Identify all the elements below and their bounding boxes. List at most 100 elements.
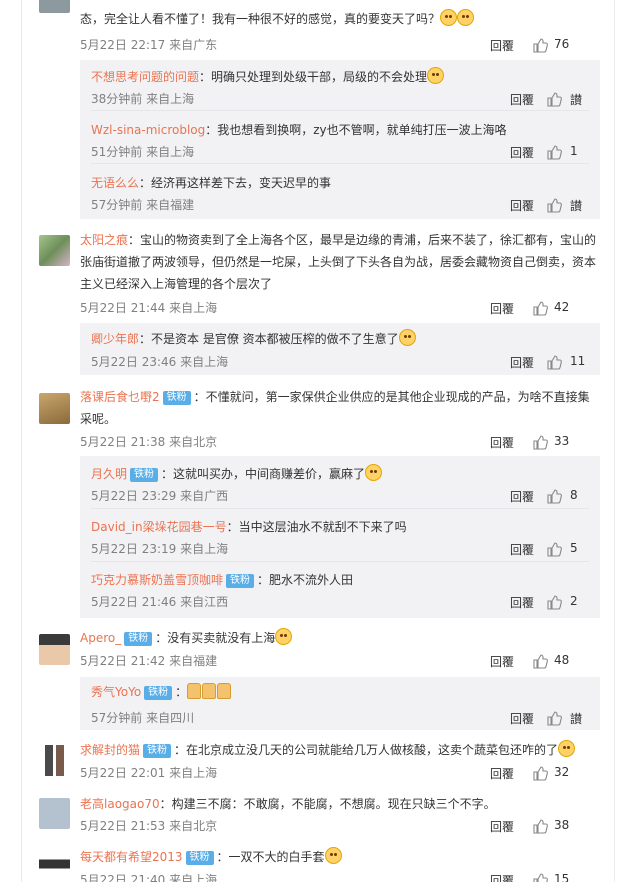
like-count: 76	[554, 37, 570, 51]
emoji-icon	[558, 740, 576, 757]
reply-button[interactable]: 回覆	[490, 765, 514, 782]
comment-meta: 5月22日 21:42 来自福建	[80, 654, 218, 668]
reply-list: 秀气YoYo 铁粉： 57分钟前 来自四川 回覆 讃	[80, 677, 600, 730]
comment-meta: 5月22日 21:38 来自北京	[80, 435, 218, 449]
emoji-icon	[427, 67, 445, 84]
divider	[91, 508, 589, 509]
reply-button[interactable]: 回覆	[510, 594, 534, 611]
like-icon[interactable]	[546, 144, 562, 160]
like-count: 讃	[570, 712, 583, 726]
reply-button[interactable]: 回覆	[510, 541, 534, 558]
comment-author[interactable]: 每天都有希望2013	[80, 850, 183, 864]
comment-item: 态，完全让人看不懂了！我有一种很不好的感觉，真的要变天了吗？ 5月22日 22:…	[30, 0, 600, 58]
comment-text: 态，完全让人看不懂了！我有一种很不好的感觉，真的要变天了吗？	[80, 12, 441, 26]
fan-badge: 铁粉	[143, 744, 172, 758]
reply-button[interactable]: 回覆	[490, 872, 514, 882]
reply-button[interactable]: 回覆	[510, 197, 534, 214]
reply-button[interactable]: 回覆	[510, 144, 534, 161]
reply-button[interactable]: 回覆	[510, 354, 534, 371]
like-icon[interactable]	[546, 354, 562, 370]
comment-actions: 回覆 15	[490, 872, 600, 882]
like-count: 讃	[570, 93, 583, 107]
reply-button[interactable]: 回覆	[490, 434, 514, 451]
like-icon[interactable]	[546, 488, 562, 504]
fan-badge: 铁粉	[226, 574, 255, 588]
avatar[interactable]	[39, 798, 70, 829]
reply-button[interactable]: 回覆	[490, 37, 514, 54]
like-icon[interactable]	[546, 541, 562, 557]
reply-button[interactable]: 回覆	[490, 653, 514, 670]
emoji-icon	[440, 9, 458, 26]
reply-button[interactable]: 回覆	[490, 818, 514, 835]
fan-badge: 铁粉	[185, 851, 214, 865]
reply-meta: 51分钟前 来自上海	[91, 145, 195, 159]
reply-button[interactable]: 回覆	[510, 710, 534, 727]
avatar[interactable]	[39, 745, 70, 776]
like-icon[interactable]	[546, 197, 562, 213]
comment-item: 每天都有希望2013 铁粉 ：一双不大的白手套 5月22日 21:40 来自上海 回…	[30, 845, 600, 882]
reply-button[interactable]: 回覆	[490, 300, 514, 317]
comment-author[interactable]: 求解封的猫	[80, 743, 140, 757]
reply-author[interactable]: David_in梁垛花园巷一号	[91, 520, 227, 534]
reply-text: ：这就叫买办，中间商赚差价，赢麻了	[161, 467, 366, 481]
like-icon[interactable]	[532, 653, 548, 669]
reply-list: 不想思考问题的问题：明确只处理到处级干部，局级的不会处理 38分钟前 来自上海 …	[80, 60, 600, 219]
reply-author[interactable]: 无语么么	[91, 176, 139, 190]
emoji-icon	[324, 847, 342, 864]
comment-actions: 回覆 38	[490, 818, 600, 834]
comment-actions: 回覆 33	[490, 434, 600, 450]
avatar[interactable]	[39, 634, 70, 665]
comment-item: 老高laogao70：构建三不腐：不敢腐，不能腐，不想腐。现在只缺三个不字。 5…	[30, 792, 600, 838]
like-count: 48	[554, 653, 570, 667]
like-count: 2	[570, 594, 578, 608]
reply-text: ：我也想看到换啊，zy也不管啊，就单纯打压一波上海咯	[205, 123, 507, 137]
like-icon[interactable]	[532, 872, 548, 882]
comment-author[interactable]: Apero_	[80, 631, 121, 645]
comment-text: ：宝山的物资卖到了全上海各个区，最早是边缘的青浦，后来不装了，徐汇都有，宝山的张…	[80, 233, 597, 291]
comment-item: 求解封的猫 铁粉 ：在北京成立没几天的公司就能给几万人做核酸，这卖个蔬菜包还咋的了 …	[30, 738, 600, 784]
reply-author[interactable]: 巧克力慕斯奶盖雪顶咖啡	[91, 573, 223, 587]
reply-meta: 38分钟前 来自上海	[91, 92, 195, 106]
avatar[interactable]	[39, 0, 70, 13]
comment-meta: 5月22日 22:17 来自广东	[80, 38, 218, 52]
like-count: 38	[554, 818, 570, 832]
like-icon[interactable]	[532, 765, 548, 781]
like-icon[interactable]	[532, 434, 548, 450]
reply-author[interactable]: 秀气YoYo	[91, 685, 141, 699]
like-icon[interactable]	[546, 91, 562, 107]
avatar[interactable]	[39, 393, 70, 424]
reply-button[interactable]: 回覆	[510, 91, 534, 108]
comment-author[interactable]: 太阳之痕	[80, 233, 128, 247]
comment-actions: 回覆 32	[490, 765, 600, 781]
like-icon[interactable]	[532, 37, 548, 53]
reply-author[interactable]: 卿少年郎	[91, 332, 139, 346]
reply-author[interactable]: Wzl-sina-microblog	[91, 123, 205, 137]
like-count: 5	[570, 541, 578, 555]
like-icon[interactable]	[546, 594, 562, 610]
like-icon[interactable]	[532, 818, 548, 834]
like-icon[interactable]	[546, 710, 562, 726]
like-count: 8	[570, 488, 578, 502]
thumbs-up-icon	[202, 683, 217, 699]
comment-author[interactable]: 老高laogao70	[80, 797, 160, 811]
fan-badge: 铁粉	[144, 686, 173, 700]
comment-actions: 回覆 48	[490, 653, 600, 669]
comment-author[interactable]: 落课后食乜嘢2	[80, 390, 160, 404]
fan-badge: 铁粉	[162, 391, 191, 405]
like-count: 1	[570, 144, 578, 158]
avatar[interactable]	[39, 235, 70, 266]
avatar[interactable]	[39, 850, 70, 881]
thumbs-up-icon	[187, 683, 202, 699]
reply-author[interactable]: 不想思考问题的问题	[91, 70, 199, 84]
like-count: 讃	[570, 199, 583, 213]
reply-text: ：肥水不流外人田	[257, 573, 354, 587]
comment-actions: 回覆 42	[490, 300, 600, 316]
like-icon[interactable]	[532, 300, 548, 316]
comment-text: ：构建三不腐：不敢腐，不能腐，不想腐。现在只缺三个不字。	[159, 797, 496, 811]
reply-meta: 5月22日 23:19 来自上海	[91, 542, 229, 556]
comment-item: 落课后食乜嘢2 铁粉 ：不懂就问，第一家保供企业供应的是其他企业现成的产品，为啥不直…	[30, 384, 600, 452]
reply-author[interactable]: 月久明	[91, 467, 127, 481]
reply-button[interactable]: 回覆	[510, 488, 534, 505]
comment-meta: 5月22日 21:40 来自上海	[80, 873, 218, 882]
comment-meta: 5月22日 21:53 来自北京	[80, 819, 218, 833]
